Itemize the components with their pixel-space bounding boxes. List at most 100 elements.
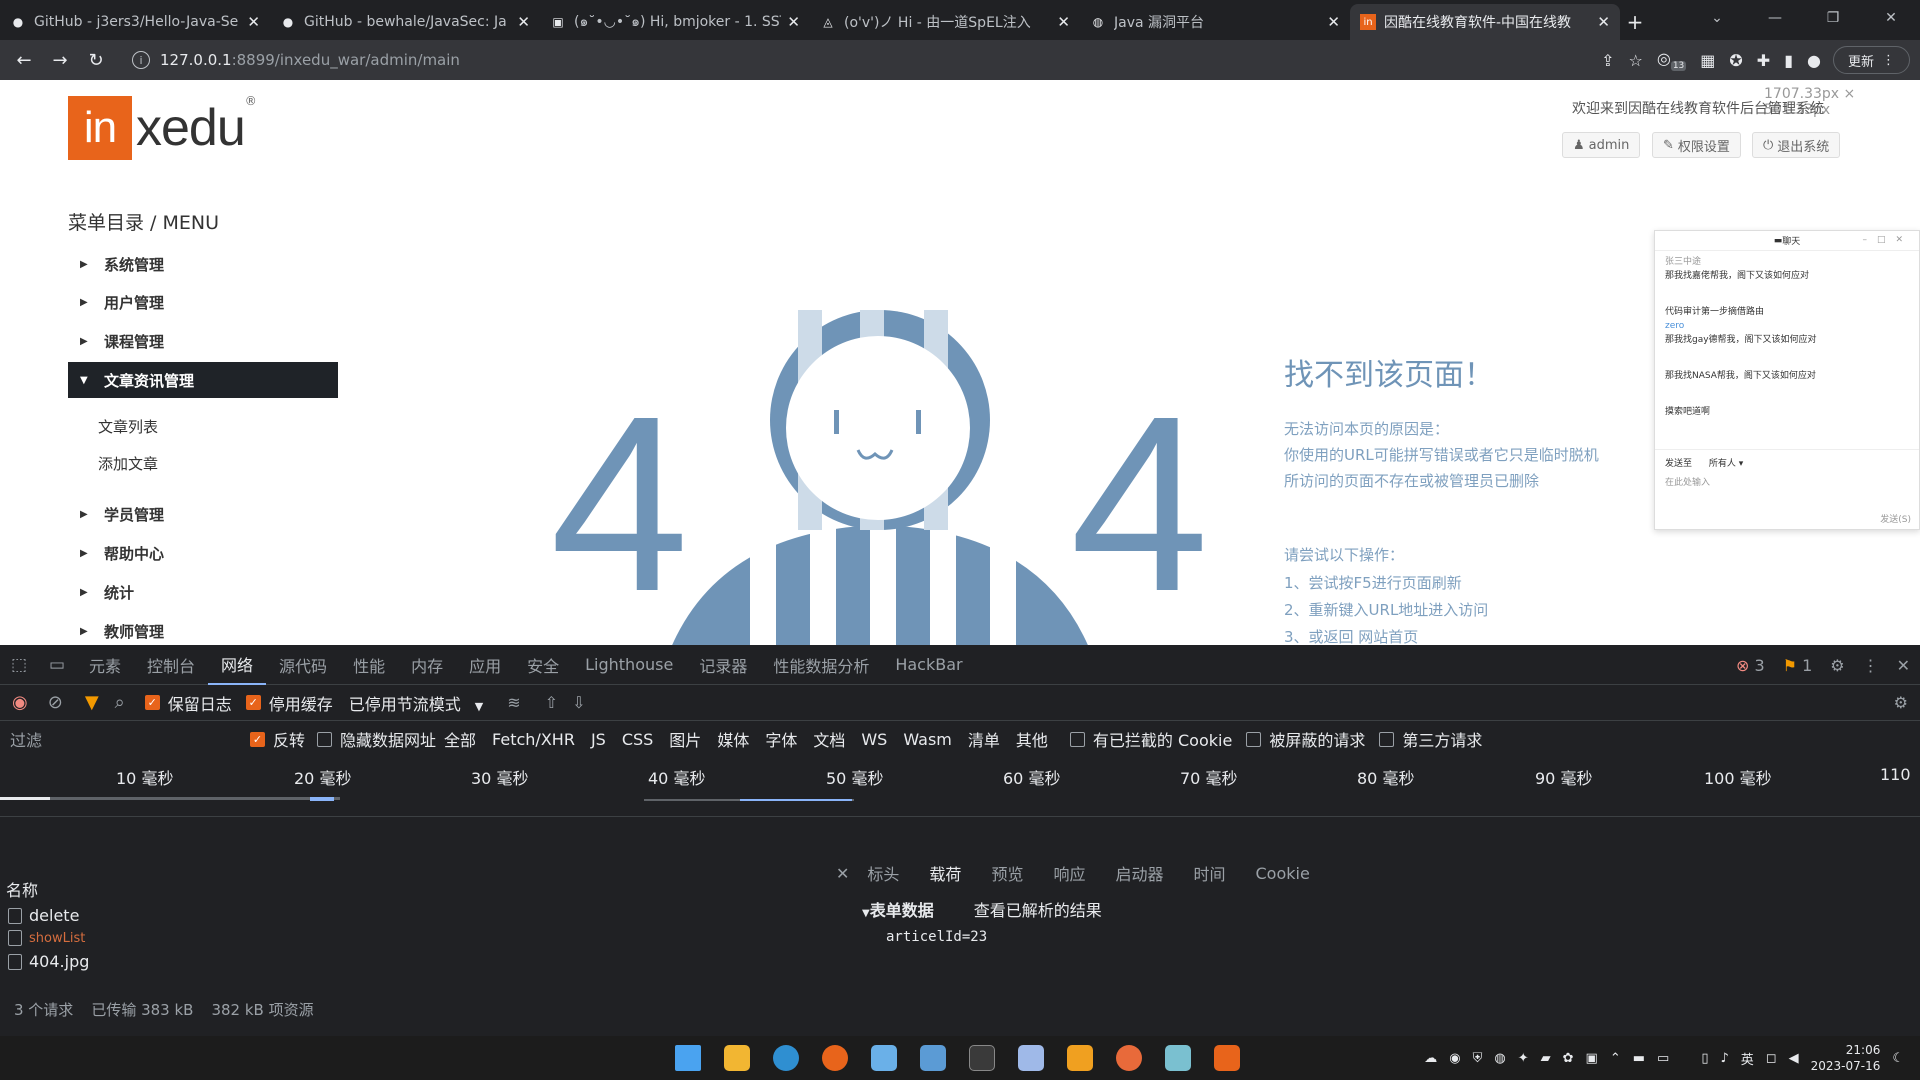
idea-icon[interactable]	[1060, 1038, 1100, 1078]
inxedu-logo[interactable]: in xedu ®	[68, 94, 257, 160]
tab-cookies[interactable]: Cookie	[1256, 864, 1310, 883]
browser-tab[interactable]: ◍ Java 漏洞平台 ✕	[1080, 4, 1350, 40]
disable-cache-checkbox[interactable]: ✓ 停用缓存	[245, 691, 333, 715]
type-filter-manifest[interactable]: 清单	[960, 727, 1008, 751]
type-filter-all[interactable]: 全部	[436, 727, 484, 751]
chat-send-button[interactable]: 发送(S)	[1880, 512, 1911, 525]
tab-application[interactable]: 应用	[456, 653, 514, 677]
blocked-requests-checkbox[interactable]: 被屏蔽的请求	[1246, 727, 1365, 751]
app-icon[interactable]	[864, 1038, 904, 1078]
filter-input[interactable]: 过滤	[10, 727, 250, 751]
menu-item-courses[interactable]: ▶ 课程管理	[68, 323, 338, 359]
third-party-checkbox[interactable]: 第三方请求	[1379, 727, 1482, 751]
tab-sources[interactable]: 源代码	[266, 653, 340, 677]
browser-tab[interactable]: ● GitHub - bewhale/JavaSec: Ja ✕	[270, 4, 540, 40]
tab-timing[interactable]: 时间	[1193, 861, 1225, 885]
blocked-cookies-checkbox[interactable]: 有已拦截的 Cookie	[1069, 727, 1232, 751]
tab-response[interactable]: 响应	[1053, 861, 1085, 885]
submenu-add-article[interactable]: 添加文章	[98, 453, 158, 474]
type-filter-doc[interactable]: 文档	[805, 727, 853, 751]
chat-input-area[interactable]: 发送至 所有人 ▾ 在此处输入 发送(S)	[1655, 449, 1919, 529]
side-panel-icon[interactable]: ▮	[1784, 51, 1793, 70]
chevron-up-icon[interactable]: ⌃	[1610, 1051, 1621, 1066]
type-filter-js[interactable]: JS	[583, 730, 614, 749]
menu-item-stats[interactable]: ▶ 统计	[68, 574, 338, 610]
file-explorer-icon[interactable]	[717, 1038, 757, 1078]
admin-button[interactable]: ♟ admin	[1562, 132, 1641, 158]
site-info-icon[interactable]: i	[132, 51, 150, 69]
tab-security[interactable]: 安全	[514, 653, 572, 677]
device-toolbar-icon[interactable]: ▭	[38, 655, 76, 675]
close-tab-icon[interactable]: ✕	[1597, 13, 1610, 31]
app-icon[interactable]	[1158, 1038, 1198, 1078]
export-har-icon[interactable]: ⇩	[572, 693, 585, 712]
tab-initiator[interactable]: 启动器	[1115, 861, 1163, 885]
network-conditions-icon[interactable]: ≋	[507, 693, 520, 712]
notification-icon[interactable]: ☾	[1892, 1051, 1904, 1066]
reload-button[interactable]: ↻	[78, 42, 114, 78]
browser-tab[interactable]: ● GitHub - j3ers3/Hello-Java-Se ✕	[0, 4, 270, 40]
tab-hackbar[interactable]: HackBar	[882, 655, 975, 674]
search-icon[interactable]: ⌕	[115, 692, 125, 713]
forward-button[interactable]: →	[42, 42, 78, 78]
maximize-button[interactable]: ❐	[1804, 0, 1862, 36]
type-filter-wasm[interactable]: Wasm	[895, 730, 960, 749]
terminal-icon[interactable]	[962, 1038, 1002, 1078]
clock[interactable]: 21:06 2023-07-16	[1811, 1042, 1881, 1074]
record-stop-icon[interactable]: ◉	[12, 692, 28, 713]
request-row[interactable]: delete	[8, 906, 79, 925]
close-tab-icon[interactable]: ✕	[1057, 13, 1070, 31]
new-tab-button[interactable]: +	[1620, 4, 1650, 40]
extension-icon[interactable]: ✪	[1729, 51, 1742, 70]
type-filter-other[interactable]: 其他	[1008, 727, 1056, 751]
type-filter-css[interactable]: CSS	[614, 730, 661, 749]
tab-memory[interactable]: 内存	[398, 653, 456, 677]
microphone-icon[interactable]: ♪	[1720, 1051, 1728, 1066]
tab-recorder[interactable]: 记录器	[686, 653, 760, 677]
start-button[interactable]	[668, 1038, 708, 1078]
network-settings-gear-icon[interactable]: ⚙	[1894, 693, 1908, 712]
update-button[interactable]: 更新 ⋮	[1832, 46, 1910, 74]
chrome-icon[interactable]	[815, 1038, 855, 1078]
request-row[interactable]: 404.jpg	[8, 952, 89, 971]
close-tab-icon[interactable]: ✕	[1327, 13, 1340, 31]
type-filter-media[interactable]: 媒体	[709, 727, 757, 751]
tray-icon[interactable]: ▬	[1633, 1051, 1645, 1066]
type-filter-font[interactable]: 字体	[757, 727, 805, 751]
menu-item-articles[interactable]: ▼ 文章资讯管理	[68, 362, 338, 398]
menu-item-users[interactable]: ▶ 用户管理	[68, 284, 338, 320]
back-button[interactable]: ←	[6, 42, 42, 78]
hide-data-url-checkbox[interactable]: 隐藏数据网址	[317, 727, 436, 751]
bookmark-star-icon[interactable]: ☆	[1629, 51, 1643, 70]
settings-gear-icon[interactable]: ⚙	[1830, 656, 1844, 675]
throttle-select[interactable]: 已停用节流模式 ▼	[349, 691, 483, 715]
tray-icon[interactable]: ◉	[1449, 1051, 1460, 1066]
pycharm-icon[interactable]	[1011, 1038, 1051, 1078]
share-icon[interactable]: ⇪	[1601, 51, 1614, 70]
close-tab-icon[interactable]: ✕	[787, 13, 800, 31]
network-icon[interactable]: ◻	[1766, 1051, 1777, 1066]
tab-lighthouse[interactable]: Lighthouse	[572, 655, 686, 674]
type-filter-fetch-xhr[interactable]: Fetch/XHR	[484, 730, 583, 749]
permission-settings-button[interactable]: ✎ 权限设置	[1652, 132, 1741, 158]
tab-search-icon[interactable]: ⌄	[1688, 0, 1746, 36]
address-bar[interactable]: i 127.0.0.1:8899/inxedu_war/admin/main	[124, 45, 1601, 75]
tray-icon[interactable]: ⛨	[1473, 1051, 1483, 1066]
browser-tab-active[interactable]: in 因酷在线教育软件-中国在线教 ✕	[1350, 4, 1620, 40]
error-try-3[interactable]: 3、或返回 网站首页	[1284, 626, 1418, 645]
extension-icon[interactable]: ◎ 13	[1657, 49, 1687, 72]
photos-icon[interactable]	[913, 1038, 953, 1078]
menu-item-teachers[interactable]: ▶ 教师管理	[68, 613, 338, 645]
close-tab-icon[interactable]: ✕	[247, 13, 260, 31]
tab-payload[interactable]: 载荷	[929, 861, 961, 885]
browser-tab[interactable]: ▣ (๑˘•◡•˘๑) Hi, bmjoker - 1. SSTI ✕	[540, 4, 810, 40]
close-tab-icon[interactable]: ✕	[517, 13, 530, 31]
tray-icon[interactable]: ✿	[1563, 1051, 1574, 1066]
filter-icon[interactable]: ▼	[85, 692, 99, 713]
tab-console[interactable]: 控制台	[134, 653, 208, 677]
request-row[interactable]: showList	[8, 930, 85, 946]
tray-icon[interactable]: ▰	[1541, 1051, 1551, 1066]
menu-item-system[interactable]: ▶ 系统管理	[68, 246, 338, 282]
menu-item-students[interactable]: ▶ 学员管理	[68, 496, 338, 532]
menu-item-help[interactable]: ▶ 帮助中心	[68, 535, 338, 571]
